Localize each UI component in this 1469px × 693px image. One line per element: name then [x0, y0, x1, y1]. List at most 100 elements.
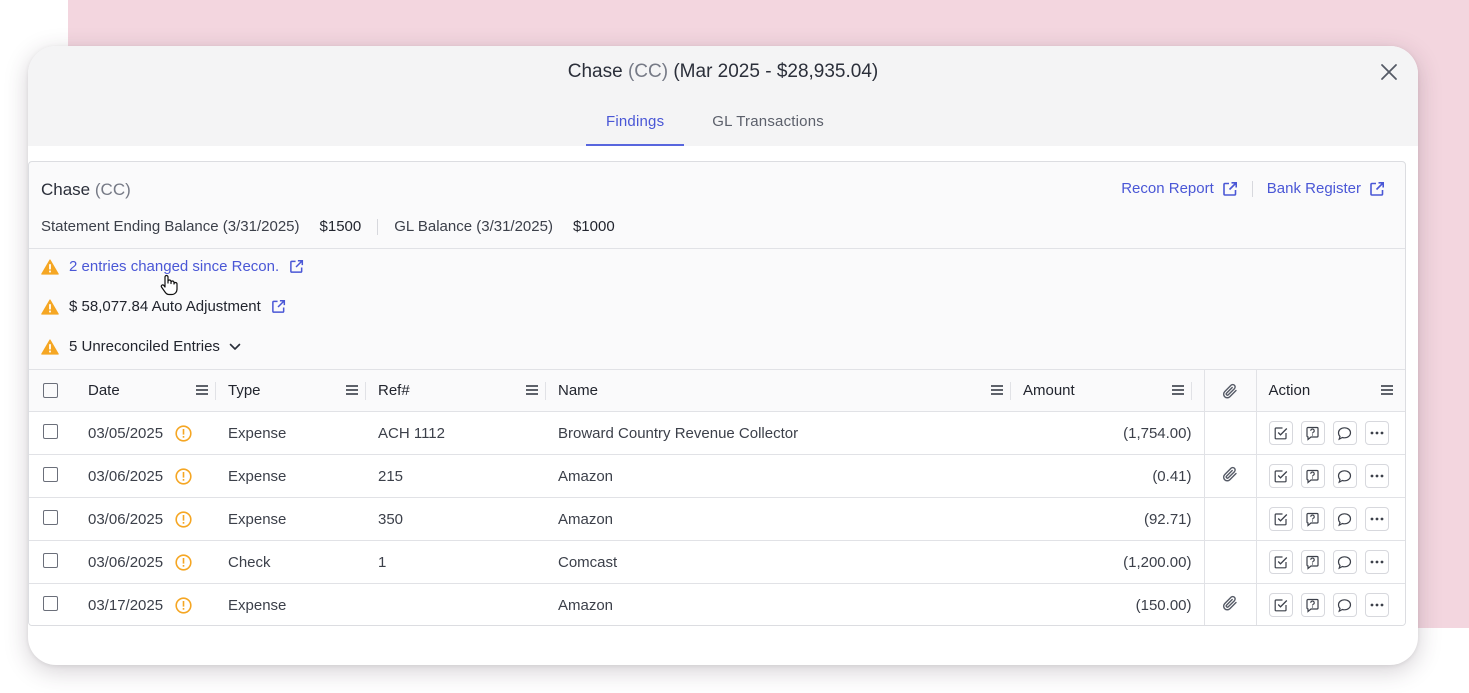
- table-header-row: Date Type Ref# Name Amount Action: [29, 369, 1405, 412]
- table-row[interactable]: 03/17/2025 Expense Amazon (150.00): [29, 583, 1405, 625]
- row-actions: [1256, 497, 1405, 541]
- header-attachment: [1203, 369, 1257, 412]
- link-divider: [1251, 180, 1253, 197]
- balance-summary: Statement Ending Balance (3/31/2025) $15…: [41, 218, 615, 235]
- column-menu-icon[interactable]: [196, 384, 208, 396]
- recon-report-link[interactable]: Recon Report: [1121, 180, 1238, 197]
- row-ref: 1: [366, 540, 546, 584]
- row-date: 03/06/2025: [88, 553, 164, 571]
- comment-button[interactable]: [1332, 507, 1357, 531]
- column-menu-icon[interactable]: [526, 384, 538, 396]
- row-checkbox[interactable]: [43, 423, 58, 439]
- finding-unreconciled-entries[interactable]: 5 Unreconciled Entries: [41, 338, 242, 355]
- ask-question-button[interactable]: [1300, 550, 1325, 574]
- row-attachment-cell: [1203, 583, 1257, 625]
- row-date: 03/17/2025: [88, 596, 164, 614]
- comment-button[interactable]: [1332, 593, 1357, 617]
- question-bubble-icon: [1306, 469, 1319, 484]
- ellipsis-icon: [1370, 474, 1383, 478]
- checkbox-check-icon: [1274, 599, 1287, 612]
- more-options-button[interactable]: [1364, 550, 1389, 574]
- row-actions: [1256, 454, 1405, 498]
- modal-title-period: (Mar 2025 - $28,935.04): [673, 61, 879, 82]
- column-menu-icon[interactable]: [1171, 384, 1184, 396]
- report-links: Recon Report Bank Register: [1121, 180, 1385, 197]
- header-type[interactable]: Type: [216, 369, 366, 412]
- header-date[interactable]: Date: [76, 369, 216, 412]
- row-checkbox[interactable]: [43, 595, 58, 611]
- row-checkbox[interactable]: [43, 552, 58, 568]
- row-select-cell: [29, 583, 76, 625]
- question-bubble-icon: [1306, 598, 1319, 613]
- mark-reconciled-button[interactable]: [1268, 507, 1293, 531]
- alert-circle-icon: [175, 596, 192, 614]
- external-link-icon[interactable]: [271, 299, 286, 314]
- paperclip-icon[interactable]: [1221, 465, 1239, 483]
- external-link-icon: [290, 259, 304, 273]
- select-all-checkbox[interactable]: [43, 383, 58, 398]
- findings-panel: Chase (CC) Recon Report Bank Register St…: [28, 161, 1406, 626]
- row-amount: (1,200.00): [1011, 540, 1204, 584]
- table-row[interactable]: 03/06/2025 Expense 215 Amazon (0.41): [29, 454, 1405, 498]
- row-date: 03/06/2025: [88, 510, 164, 528]
- ask-question-button[interactable]: [1300, 421, 1325, 445]
- more-options-button[interactable]: [1364, 464, 1389, 488]
- row-amount: (92.71): [1011, 497, 1204, 541]
- header-amount[interactable]: Amount: [1011, 369, 1204, 412]
- ask-question-button[interactable]: [1300, 507, 1325, 531]
- table-row[interactable]: 03/06/2025 Expense 350 Amazon (92.71): [29, 497, 1405, 541]
- ask-question-button[interactable]: [1300, 593, 1325, 617]
- row-name: Comcast: [546, 540, 1011, 584]
- finding-entries-changed[interactable]: 2 entries changed since Recon.: [41, 258, 304, 275]
- hand-cursor-icon: [160, 274, 178, 296]
- table-row[interactable]: 03/05/2025 Expense ACH 1112 Broward Coun…: [29, 411, 1405, 455]
- row-attachment-cell: [1203, 454, 1257, 498]
- bank-register-link[interactable]: Bank Register: [1267, 180, 1385, 197]
- modal-title-account: Chase: [567, 61, 623, 82]
- mark-reconciled-button[interactable]: [1268, 550, 1293, 574]
- ask-question-button[interactable]: [1300, 464, 1325, 488]
- row-select-cell: [29, 454, 76, 498]
- header-name[interactable]: Name: [546, 369, 1011, 412]
- comment-button[interactable]: [1332, 550, 1357, 574]
- column-menu-icon[interactable]: [991, 384, 1003, 396]
- close-icon[interactable]: [1377, 60, 1401, 84]
- row-select-cell: [29, 540, 76, 584]
- header-ref[interactable]: Ref#: [366, 369, 546, 412]
- account-type: (CC): [94, 180, 131, 199]
- header-action: Action: [1256, 369, 1405, 412]
- ellipsis-icon: [1370, 603, 1383, 607]
- question-bubble-icon: [1306, 426, 1319, 441]
- paperclip-icon[interactable]: [1221, 594, 1239, 612]
- row-checkbox[interactable]: [43, 509, 58, 525]
- paperclip-icon: [1222, 383, 1237, 398]
- mark-reconciled-button[interactable]: [1268, 421, 1293, 445]
- mark-reconciled-button[interactable]: [1268, 464, 1293, 488]
- more-options-button[interactable]: [1364, 507, 1389, 531]
- mark-reconciled-button[interactable]: [1268, 593, 1293, 617]
- alert-circle-icon: [175, 510, 192, 528]
- row-checkbox[interactable]: [43, 466, 58, 482]
- question-bubble-icon: [1306, 555, 1319, 570]
- gl-balance-label: GL Balance (3/31/2025): [394, 218, 553, 235]
- checkbox-check-icon: [1274, 427, 1287, 440]
- more-options-button[interactable]: [1364, 593, 1389, 617]
- column-menu-icon[interactable]: [1381, 384, 1393, 396]
- comment-button[interactable]: [1332, 464, 1357, 488]
- row-name: Amazon: [546, 583, 1011, 625]
- comment-bubble-icon: [1337, 426, 1352, 440]
- row-select-cell: [29, 497, 76, 541]
- column-menu-icon[interactable]: [346, 384, 358, 396]
- header-select-cell: [29, 369, 76, 412]
- tab-findings[interactable]: Findings: [586, 104, 685, 146]
- finding-entries-changed-text: 2 entries changed since Recon.: [69, 258, 280, 275]
- comment-button[interactable]: [1332, 421, 1357, 445]
- modal-title: Chase (CC) (Mar 2025 - $28,935.04): [28, 60, 1418, 84]
- row-date: 03/06/2025: [88, 467, 164, 485]
- table-row[interactable]: 03/06/2025 Check 1 Comcast (1,200.00): [29, 540, 1405, 584]
- row-name: Amazon: [546, 497, 1011, 541]
- row-amount: (1,754.00): [1011, 411, 1204, 455]
- tab-gl-transactions[interactable]: GL Transactions: [692, 104, 844, 146]
- more-options-button[interactable]: [1364, 421, 1389, 445]
- row-type: Expense: [216, 583, 366, 625]
